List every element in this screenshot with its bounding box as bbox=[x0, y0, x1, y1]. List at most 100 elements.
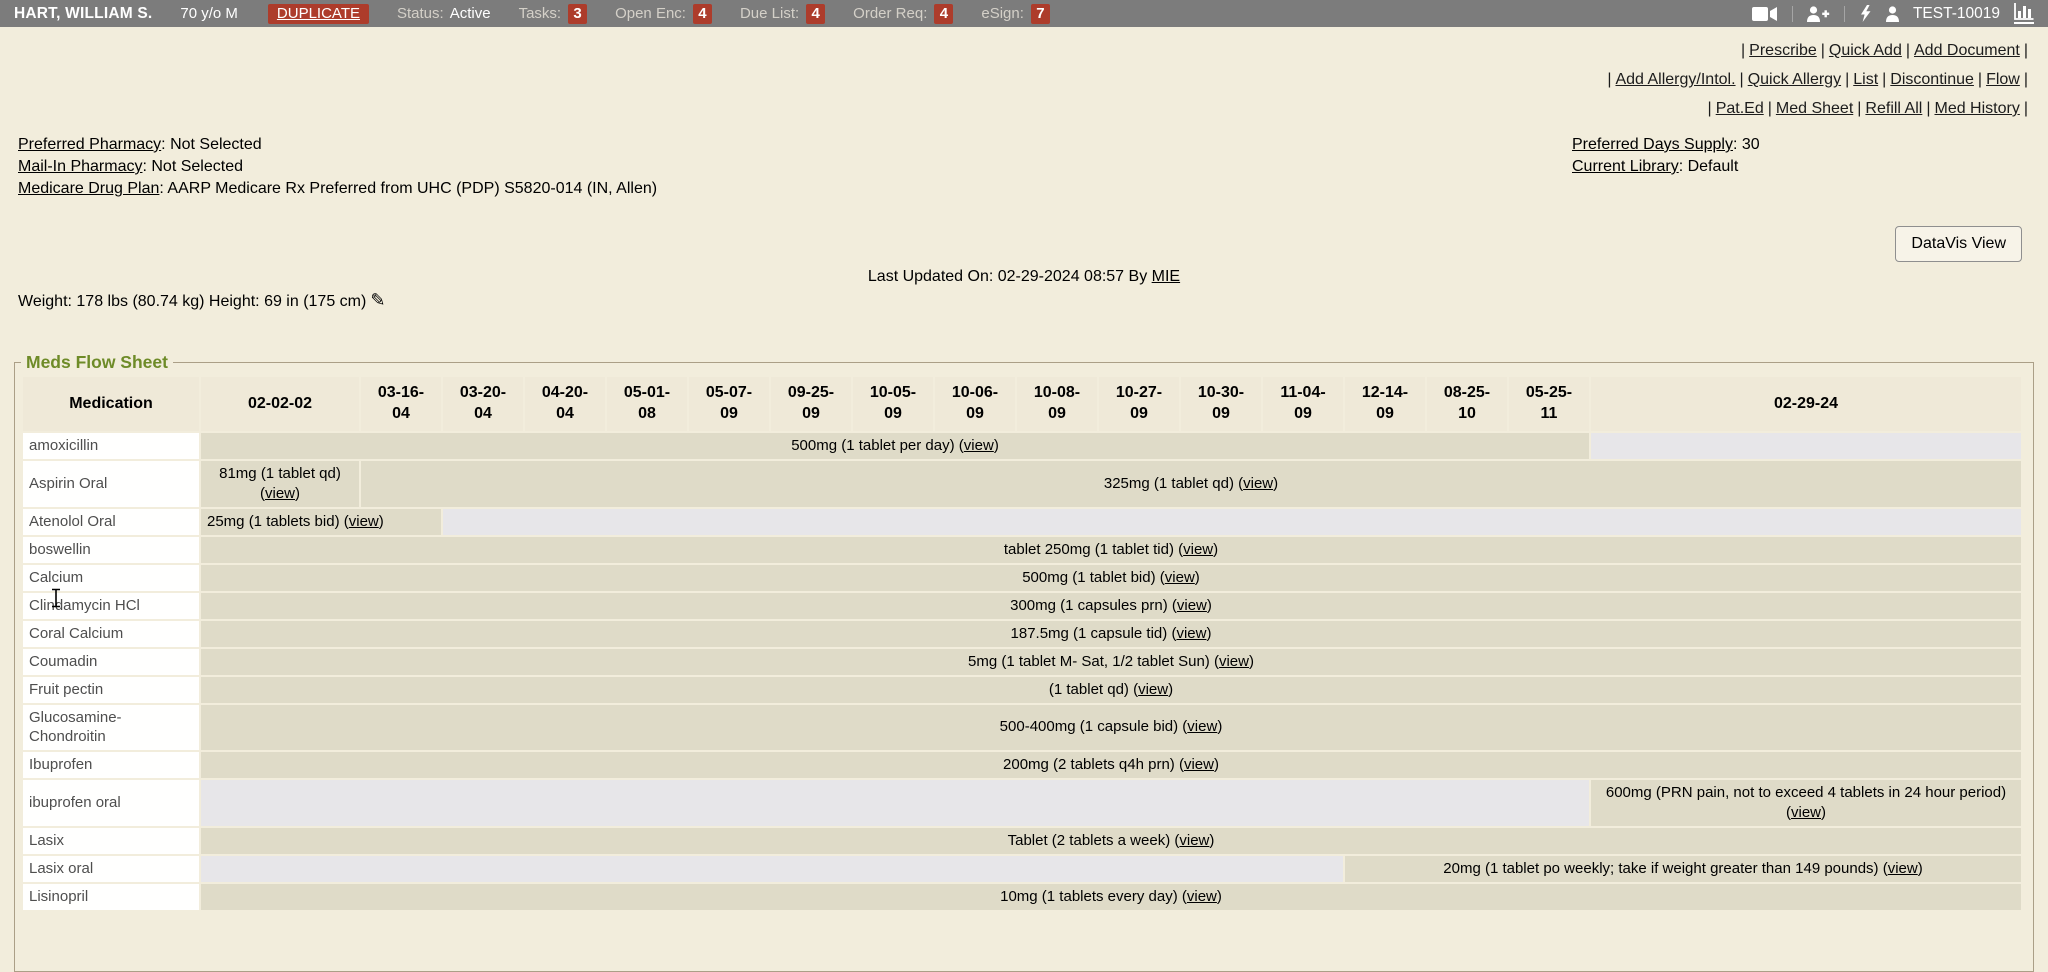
counter-badge[interactable]: 7 bbox=[1031, 4, 1050, 24]
quick-link-refill-all[interactable]: Refill All bbox=[1865, 100, 1922, 117]
status-label: Status: bbox=[397, 5, 444, 22]
view-link[interactable]: view bbox=[1177, 597, 1207, 614]
dose-text: 20mg (1 tablet po weekly; take if weight… bbox=[1443, 860, 1878, 877]
info-label-link[interactable]: Medicare Drug Plan bbox=[18, 180, 159, 197]
dose-text: 500-400mg (1 capsule bid) bbox=[1000, 718, 1178, 735]
date-column-header: 10-27- 09 bbox=[1099, 377, 1179, 431]
counter-badge[interactable]: 4 bbox=[934, 4, 953, 24]
empty-cell bbox=[1591, 433, 2021, 459]
separator: | bbox=[1708, 100, 1712, 117]
dose-cell: 500mg (1 tablet per day) (view) bbox=[201, 433, 1589, 459]
view-link[interactable]: view bbox=[265, 485, 295, 502]
counter-label: Order Req: bbox=[853, 5, 927, 22]
lightning-icon[interactable] bbox=[1859, 5, 1872, 22]
date-column-header: 12-14- 09 bbox=[1345, 377, 1425, 431]
quick-link-med-history[interactable]: Med History bbox=[1934, 100, 2019, 117]
quick-link-add-allergy-intol-[interactable]: Add Allergy/Intol. bbox=[1615, 71, 1735, 88]
date-column-header: 05-07- 09 bbox=[689, 377, 769, 431]
dose-cell: tablet 250mg (1 tablet tid) (view) bbox=[201, 537, 2021, 563]
supply-info-block: Preferred Days Supply: 30Current Library… bbox=[1572, 134, 1760, 178]
view-link[interactable]: view bbox=[1791, 804, 1821, 821]
quick-link-pat-ed[interactable]: Pat.Ed bbox=[1716, 100, 1764, 117]
quick-link-discontinue[interactable]: Discontinue bbox=[1890, 71, 1974, 88]
date-column-header: 02-02-02 bbox=[201, 377, 359, 431]
quick-link-add-document[interactable]: Add Document bbox=[1914, 42, 2020, 59]
med-name: Atenolol Oral bbox=[23, 509, 199, 535]
user-id[interactable]: TEST-10019 bbox=[1913, 5, 2000, 23]
quick-link-prescribe[interactable]: Prescribe bbox=[1749, 42, 1817, 59]
quick-link-flow[interactable]: Flow bbox=[1986, 71, 2020, 88]
med-name: Fruit pectin bbox=[23, 677, 199, 703]
dose-text: 300mg (1 capsules prn) bbox=[1010, 597, 1168, 614]
info-label-link[interactable]: Preferred Pharmacy bbox=[18, 136, 161, 153]
counter-label: Tasks: bbox=[519, 5, 562, 22]
med-name: Lasix oral bbox=[23, 856, 199, 882]
med-name: Ibuprofen bbox=[23, 752, 199, 778]
separator: | bbox=[1821, 42, 1825, 59]
view-link[interactable]: view bbox=[1187, 888, 1217, 905]
view-link[interactable]: view bbox=[1138, 681, 1168, 698]
counter-label: Open Enc: bbox=[615, 5, 686, 22]
info-label-link[interactable]: Mail-In Pharmacy bbox=[18, 158, 142, 175]
view-link[interactable]: view bbox=[1176, 625, 1206, 642]
quick-link-quick-add[interactable]: Quick Add bbox=[1829, 42, 1902, 59]
dose-cell: 20mg (1 tablet po weekly; take if weight… bbox=[1345, 856, 2021, 882]
view-link[interactable]: view bbox=[1888, 860, 1918, 877]
view-link[interactable]: view bbox=[964, 437, 994, 454]
med-name: Glucosamine-Chondroitin bbox=[23, 705, 199, 750]
date-column-header: 05-25- 11 bbox=[1509, 377, 1589, 431]
med-name: ibuprofen oral bbox=[23, 780, 199, 826]
separator: | bbox=[1607, 71, 1611, 88]
quick-link-quick-allergy[interactable]: Quick Allergy bbox=[1748, 71, 1841, 88]
bar-chart-icon[interactable] bbox=[2014, 3, 2034, 24]
view-link[interactable]: view bbox=[1187, 718, 1217, 735]
dose-text: 325mg (1 tablet qd) bbox=[1104, 475, 1234, 492]
add-user-icon[interactable] bbox=[1807, 6, 1830, 22]
info-label-link[interactable]: Current Library bbox=[1572, 158, 1679, 175]
dose-text: Tablet (2 tablets a week) bbox=[1008, 832, 1171, 849]
dose-text: 600mg (PRN pain, not to exceed 4 tablets… bbox=[1606, 784, 2006, 801]
med-name: boswellin bbox=[23, 537, 199, 563]
separator: | bbox=[1768, 100, 1772, 117]
quick-link-list[interactable]: List bbox=[1853, 71, 1878, 88]
info-value: Default bbox=[1688, 158, 1739, 175]
datavis-view-button[interactable]: DataVis View bbox=[1895, 226, 2022, 262]
dose-cell: 325mg (1 tablet qd) (view) bbox=[361, 461, 2021, 507]
view-link[interactable]: view bbox=[1179, 832, 1209, 849]
edit-vitals-icon[interactable]: ✎ bbox=[370, 290, 385, 310]
date-column-header: 10-05- 09 bbox=[853, 377, 933, 431]
meds-flow-table: Medication02-02-0203-16- 0403-20- 0404-2… bbox=[21, 375, 2023, 912]
counter-badge[interactable]: 4 bbox=[693, 4, 712, 24]
view-link[interactable]: view bbox=[1243, 475, 1273, 492]
dose-text: 25mg (1 tablets bid) bbox=[207, 513, 340, 530]
separator: | bbox=[1906, 42, 1910, 59]
view-link[interactable]: view bbox=[1184, 756, 1214, 773]
counter-group: Tasks:3Open Enc:4Due List:4Order Req:4eS… bbox=[491, 4, 1050, 24]
divider bbox=[1844, 6, 1845, 22]
info-label-link[interactable]: Preferred Days Supply bbox=[1572, 136, 1733, 153]
duplicate-flag[interactable]: DUPLICATE bbox=[268, 4, 369, 24]
video-camera-icon[interactable] bbox=[1752, 6, 1778, 22]
counter-badge[interactable]: 4 bbox=[806, 4, 825, 24]
quick-link-med-sheet[interactable]: Med Sheet bbox=[1776, 100, 1853, 117]
dose-text: 500mg (1 tablet bid) bbox=[1022, 569, 1155, 586]
dose-text: 187.5mg (1 capsule tid) bbox=[1011, 625, 1168, 642]
empty-cell bbox=[201, 856, 1343, 882]
counter-badge[interactable]: 3 bbox=[568, 4, 587, 24]
topbar-right-group: TEST-10019 bbox=[1752, 3, 2034, 24]
updated-by-link[interactable]: MIE bbox=[1152, 268, 1180, 285]
view-link[interactable]: view bbox=[1183, 541, 1213, 558]
view-link[interactable]: view bbox=[1165, 569, 1195, 586]
dose-text: 5mg (1 tablet M- Sat, 1/2 tablet Sun) bbox=[968, 653, 1210, 670]
date-column-header: 05-01- 08 bbox=[607, 377, 687, 431]
info-value: 30 bbox=[1742, 136, 1760, 153]
dose-cell: 5mg (1 tablet M- Sat, 1/2 tablet Sun) (v… bbox=[201, 649, 2021, 675]
pharmacy-info-block: Preferred Pharmacy: Not SelectedMail-In … bbox=[18, 134, 657, 200]
dose-cell: 200mg (2 tablets q4h prn) (view) bbox=[201, 752, 2021, 778]
empty-cell bbox=[443, 509, 2021, 535]
dose-cell: 10mg (1 tablets every day) (view) bbox=[201, 884, 2021, 910]
meds-flow-sheet-panel: Meds Flow Sheet Medication02-02-0203-16-… bbox=[14, 352, 2034, 972]
view-link[interactable]: view bbox=[349, 513, 379, 530]
view-link[interactable]: view bbox=[1219, 653, 1249, 670]
dose-cell: 500-400mg (1 capsule bid) (view) bbox=[201, 705, 2021, 750]
